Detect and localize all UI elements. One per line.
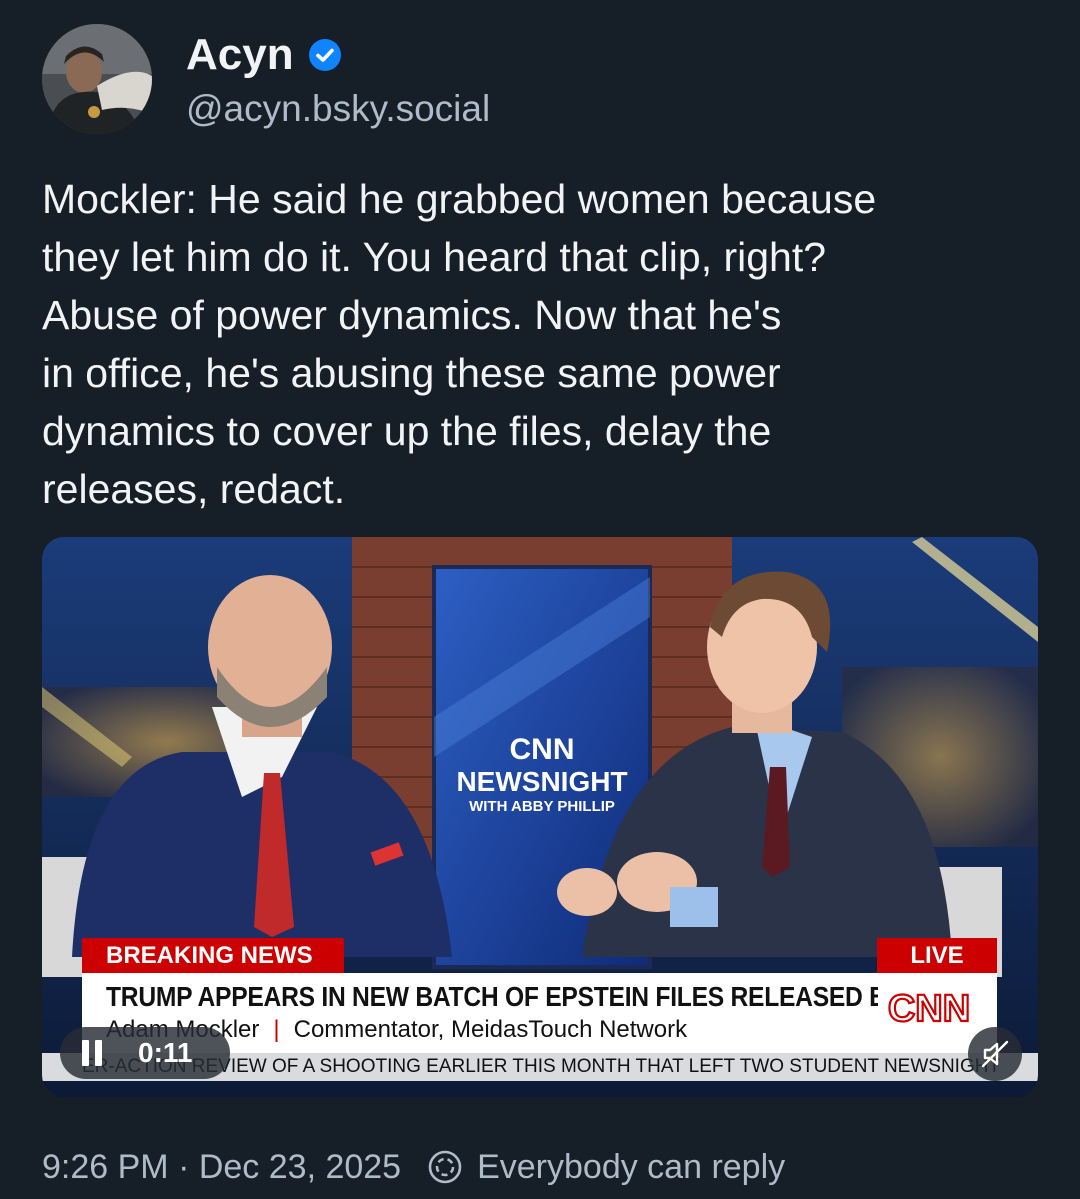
reply-settings-icon [428,1150,462,1184]
speaker-muted-icon [981,1040,1009,1068]
post-text-line: they let him do it. You heard that clip,… [42,234,827,280]
video-player[interactable]: CNN NEWSNIGHT WITH ABBY PHILLIP BREAKING… [42,537,1038,1097]
breaking-news-label: BREAKING NEWS [82,938,344,973]
mute-button[interactable] [968,1027,1022,1081]
post-text-line: in office, he's abusing these same power [42,350,781,396]
author-display-name[interactable]: Acyn [186,30,342,80]
post-text-line: Mockler: He said he grabbed women becaus… [42,176,877,222]
live-label: LIVE [877,938,997,973]
separator: | [273,1016,280,1043]
author-avatar[interactable] [42,24,152,134]
reply-setting-text[interactable]: Everybody can reply [477,1145,785,1189]
post-text-line: dynamics to cover up the files, delay th… [42,408,772,454]
chyron-headline: TRUMP APPEARS IN NEW BATCH OF EPSTEIN FI… [106,981,959,1012]
show-title: NEWSNIGHT [456,766,627,797]
cnn-logo-icon: CNN [878,981,980,1033]
post-text-line: releases, redact. [42,466,346,512]
show-subtitle: WITH ABBY PHILLIP [469,798,615,815]
verified-badge-icon [308,39,341,71]
post-timestamp[interactable]: 9:26 PM · Dec 23, 2025 [42,1145,401,1189]
speaker-title: Commentator, MeidasTouch Network [293,1016,688,1043]
pause-button[interactable]: 0:11 [60,1027,230,1079]
video-time: 0:11 [138,1037,193,1068]
pause-icon [82,1040,104,1066]
post-text: Mockler: He said he grabbed women becaus… [42,170,1042,518]
avatar-image [42,24,152,134]
post-text-line: Abuse of power dynamics. Now that he's [42,292,782,338]
post-meta: 9:26 PM · Dec 23, 2025 Everybody can rep… [42,1145,785,1189]
display-name-text: Acyn [186,30,294,79]
show-network-logo: CNN [510,733,575,766]
cnn-bug-text: CNN [888,988,970,1030]
author-handle[interactable]: @acyn.bsky.social [186,86,490,132]
